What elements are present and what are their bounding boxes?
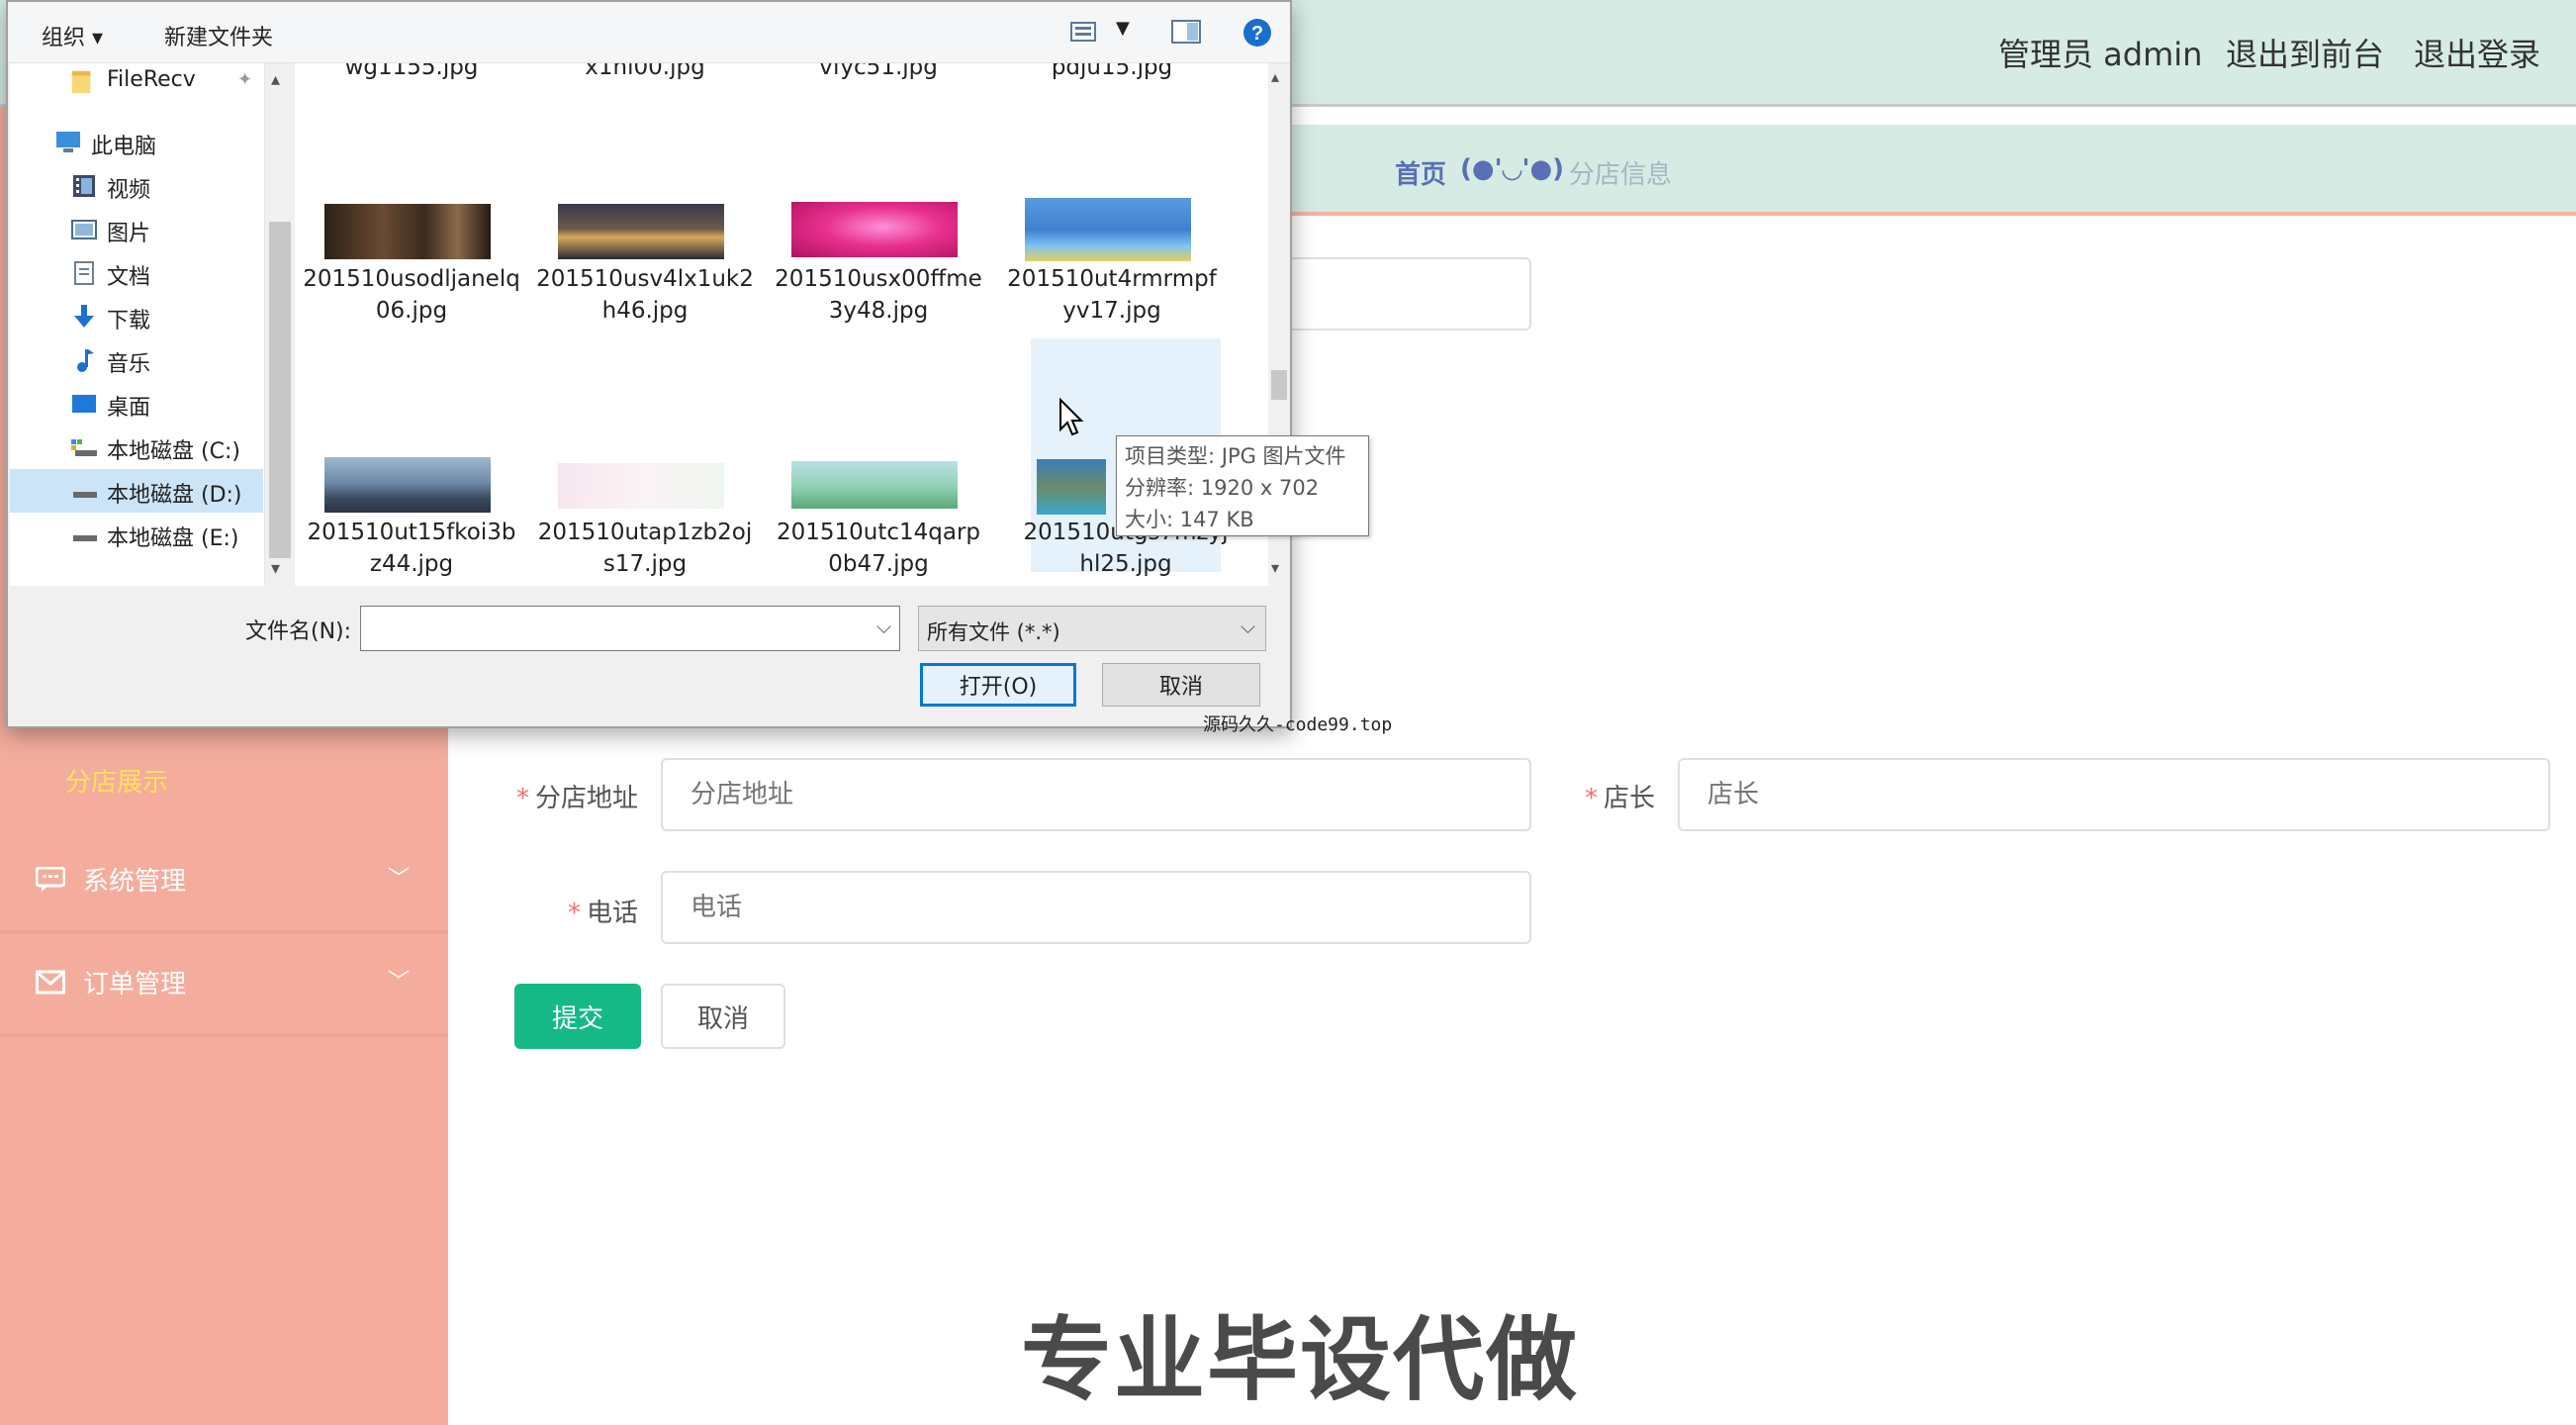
- breadcrumb-home[interactable]: 首页: [1395, 154, 1446, 191]
- scrollbar-thumb[interactable]: [1271, 370, 1287, 400]
- file-name[interactable]: x1hl00.jpg: [536, 63, 754, 83]
- new-folder-button[interactable]: 新建文件夹: [164, 20, 273, 51]
- file-tile[interactable]: 201510usodljanelq06.jpg: [303, 198, 520, 431]
- nav-item-this-pc[interactable]: 此电脑: [10, 121, 263, 164]
- nav-item-videos[interactable]: 视频: [10, 164, 263, 208]
- file-tile[interactable]: 201510usx00ffme3y48.jpg: [770, 198, 982, 431]
- filename-label: 文件名(N):: [245, 619, 352, 644]
- file-tile[interactable]: 201510utap1zb2ojs17.jpg: [536, 449, 752, 586]
- watermark-text: 专业毕设代做: [1021, 1307, 1580, 1413]
- breadcrumb-emoticon: (●'◡'●): [1460, 154, 1565, 184]
- phone-label: * 电话: [568, 899, 639, 928]
- folder-icon: [71, 70, 91, 93]
- sidebar-item-orders[interactable]: 订单管理 ﹀: [0, 934, 448, 1037]
- image-thumbnail: [558, 463, 724, 509]
- documents-icon: [74, 261, 94, 285]
- tooltip-size: 大小: 147 KB: [1125, 508, 1254, 531]
- image-thumbnail: [324, 204, 491, 259]
- manager-input[interactable]: [1678, 758, 2550, 831]
- file-tile[interactable]: 201510utc14qarp0b47.jpg: [770, 449, 980, 586]
- navigation-pane: FileRecv ✦ 此电脑 视频 图片 文档 下载 音乐 桌面 本地磁盘 (C…: [10, 63, 265, 586]
- address-input[interactable]: [661, 758, 1531, 831]
- sidebar-item-system[interactable]: 系统管理 ﹀: [0, 831, 448, 934]
- admin-user-label: 管理员 admin: [1998, 36, 2203, 73]
- breadcrumb: 首页 (●'◡'●) 分店信息: [1266, 125, 2576, 216]
- image-thumbnail: [791, 461, 958, 509]
- chevron-down-icon[interactable]: ▼: [1116, 18, 1130, 39]
- drive-icon: [73, 535, 97, 541]
- dialog-toolbar: 组织 ▾ 新建文件夹 ▼ ?: [8, 2, 1290, 63]
- file-tooltip: 项目类型: JPG 图片文件 分辨率: 1920 x 702 大小: 147 K…: [1116, 435, 1369, 536]
- file-name[interactable]: pdju15.jpg: [1003, 63, 1221, 83]
- view-options-icon[interactable]: [1070, 22, 1096, 42]
- file-tile[interactable]: 201510usv4lx1uk2h46.jpg: [536, 198, 754, 431]
- nav-item-desktop[interactable]: 桌面: [10, 382, 263, 426]
- sidebar-item-label: 系统管理: [83, 867, 187, 897]
- dialog-cancel-button[interactable]: 取消: [1102, 663, 1260, 707]
- mail-icon: [36, 970, 65, 995]
- computer-icon: [56, 132, 80, 152]
- music-icon: [77, 349, 94, 372]
- video-icon: [73, 175, 95, 197]
- tooltip-type: 项目类型: JPG 图片文件: [1125, 444, 1346, 468]
- chevron-down-icon[interactable]: ⌵: [876, 615, 891, 638]
- address-label: * 分店地址: [516, 784, 639, 813]
- nav-item-drive-d[interactable]: 本地磁盘 (D:): [10, 469, 263, 513]
- nav-item-downloads[interactable]: 下载: [10, 295, 263, 338]
- scroll-down-icon[interactable]: ▾: [1271, 558, 1279, 577]
- phone-input[interactable]: [661, 871, 1531, 944]
- manager-label: * 店长: [1585, 784, 1656, 813]
- nav-item-drive-e[interactable]: 本地磁盘 (E:): [10, 513, 263, 556]
- cancel-button[interactable]: 取消: [661, 984, 785, 1049]
- help-icon[interactable]: ?: [1242, 18, 1272, 48]
- tooltip-resolution: 分辨率: 1920 x 702: [1125, 476, 1320, 500]
- open-button[interactable]: 打开(O): [920, 663, 1076, 707]
- chevron-down-icon: ⌵: [1240, 615, 1255, 638]
- exit-to-front-link[interactable]: 退出到前台: [2226, 30, 2384, 75]
- file-name[interactable]: wg1155.jpg: [303, 63, 520, 83]
- sidebar-subitem-branch-display[interactable]: 分店展示: [65, 762, 168, 799]
- nav-item-documents[interactable]: 文档: [10, 251, 263, 295]
- chevron-down-icon: ﹀: [388, 970, 411, 995]
- chevron-down-icon: ﹀: [388, 867, 411, 892]
- chat-icon: [36, 867, 65, 892]
- svg-text:?: ?: [1251, 23, 1263, 45]
- breadcrumb-current: 分店信息: [1569, 160, 1673, 190]
- file-open-dialog: 组织 ▾ 新建文件夹 ▼ ? FileRecv ✦ 此电脑 视频 图片 文档 下…: [6, 0, 1369, 728]
- image-thumbnail: [791, 202, 958, 257]
- image-thumbnail: [324, 457, 491, 513]
- file-tile[interactable]: 201510ut15fkoi3bz44.jpg: [303, 449, 515, 586]
- drive-icon: [73, 492, 97, 498]
- preview-pane-icon[interactable]: [1171, 20, 1201, 44]
- scroll-down-icon[interactable]: ▾: [271, 558, 280, 579]
- source-credit-text: 源码久久-code99.top: [1203, 714, 1393, 735]
- pictures-icon: [71, 220, 97, 239]
- sidebar-item-label: 订单管理: [83, 970, 187, 999]
- scroll-up-icon[interactable]: ▴: [1271, 67, 1279, 86]
- nav-item-drive-c[interactable]: 本地磁盘 (C:): [10, 426, 263, 469]
- file-name[interactable]: vfyc51.jpg: [770, 63, 987, 83]
- drive-icon: [71, 439, 97, 456]
- mouse-cursor-icon: [1059, 398, 1084, 436]
- desktop-icon: [72, 395, 96, 413]
- nav-item-filerecv[interactable]: FileRecv ✦: [10, 63, 263, 107]
- image-thumbnail: [1037, 459, 1106, 515]
- download-icon: [74, 305, 94, 328]
- logout-link[interactable]: 退出登录: [2414, 30, 2540, 75]
- submit-button[interactable]: 提交: [514, 984, 641, 1049]
- nav-item-pictures[interactable]: 图片: [10, 208, 263, 251]
- navigation-scrollbar[interactable]: ▴ ▾: [265, 63, 295, 586]
- filetype-select[interactable]: 所有文件 (*.*) ⌵: [918, 606, 1266, 651]
- nav-item-music[interactable]: 音乐: [10, 338, 263, 382]
- scrollbar-thumb[interactable]: [269, 222, 291, 558]
- scroll-up-icon[interactable]: ▴: [271, 69, 280, 90]
- filename-input[interactable]: ⌵: [360, 606, 900, 651]
- pin-icon: ✦: [237, 69, 253, 90]
- image-thumbnail: [1025, 198, 1191, 261]
- image-thumbnail: [558, 204, 724, 259]
- organize-menu[interactable]: 组织 ▾: [42, 20, 103, 51]
